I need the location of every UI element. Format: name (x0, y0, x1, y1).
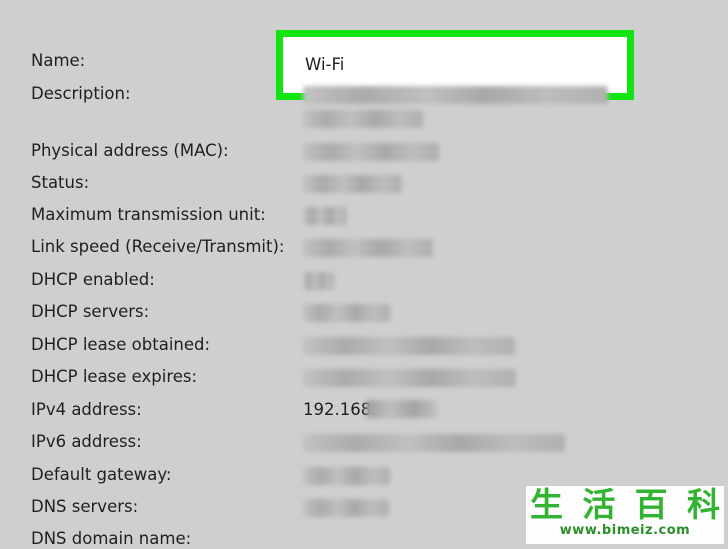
name-value: Wi-Fi (305, 55, 345, 74)
name-label: Name: (31, 51, 86, 70)
ipv6-label: IPv6 address: (31, 432, 142, 451)
watermark-char: 科 (686, 485, 720, 524)
status-label: Status: (31, 173, 90, 192)
ipv6-value-blurred (303, 434, 565, 452)
mac-value-blurred (303, 143, 439, 161)
dhcp-servers-label: DHCP servers: (31, 302, 150, 321)
ipv4-label: IPv4 address: (31, 400, 142, 419)
mac-label: Physical address (MAC): (31, 141, 229, 160)
link-speed-label: Link speed (Receive/Transmit): (31, 237, 285, 256)
mtu-value-blurred (303, 207, 347, 225)
mtu-label: Maximum transmission unit: (31, 205, 266, 224)
description-value-blurred (303, 86, 608, 104)
dhcp-lease-expires-value-blurred (303, 369, 516, 387)
dns-servers-label: DNS servers: (31, 497, 139, 516)
default-gateway-value-blurred (303, 467, 390, 485)
watermark-char: 生 (530, 485, 563, 524)
dhcp-servers-value-blurred (303, 304, 390, 322)
description-value-blurred-line2 (303, 110, 423, 128)
description-label: Description: (31, 84, 131, 103)
dns-domain-name-label: DNS domain name: (31, 529, 192, 548)
status-value-blurred (303, 175, 402, 193)
dhcp-lease-obtained-value-blurred (303, 337, 515, 355)
dhcp-lease-obtained-label: DHCP lease obtained: (31, 335, 211, 354)
ipv4-value-blurred-suffix (366, 400, 438, 418)
dns-servers-value-blurred (303, 499, 389, 517)
dhcp-enabled-value-blurred (303, 272, 334, 290)
watermark-logo: 生 活 百 科 www.bimeiz.com (526, 486, 724, 544)
watermark-char: 百 (634, 485, 668, 524)
watermark-char: 活 (582, 485, 616, 524)
default-gateway-label: Default gateway: (31, 465, 172, 484)
dhcp-enabled-label: DHCP enabled: (31, 270, 155, 289)
link-speed-value-blurred (303, 239, 433, 257)
watermark-url: www.bimeiz.com (559, 523, 691, 538)
dhcp-lease-expires-label: DHCP lease expires: (31, 367, 198, 386)
